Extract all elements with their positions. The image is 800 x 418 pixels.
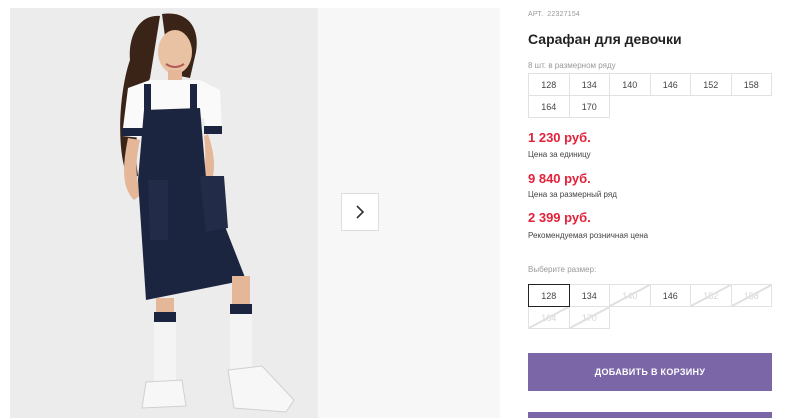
unavailable-strike-icon	[570, 307, 610, 328]
size-option-146[interactable]: 146	[649, 284, 691, 307]
size-option-label: 134	[581, 290, 597, 301]
size-option-158: 158	[730, 284, 772, 307]
size-option-170: 170	[568, 306, 610, 329]
product-gallery	[0, 0, 500, 418]
size-option-128[interactable]: 128	[528, 284, 570, 307]
size-row-cell: 128	[528, 73, 570, 96]
retail-price: 2 399 руб.	[528, 210, 591, 225]
size-row-grid: 128 134 140 146 152 158 164 170	[528, 73, 777, 118]
size-option-164: 164	[528, 306, 570, 329]
size-option-label: 128	[541, 290, 557, 301]
article-number: АРТ. 22327154	[528, 11, 580, 18]
article-label: АРТ.	[528, 11, 544, 18]
size-row-cell: 170	[568, 95, 610, 118]
size-row-cell: 158	[730, 73, 772, 96]
size-row-cell: 146	[649, 73, 691, 96]
add-to-cart-button[interactable]: ДОБАВИТЬ В КОРЗИНУ	[528, 353, 772, 391]
size-row-caption: 8 шт. в размерном ряду	[528, 61, 616, 70]
retail-price-label: Рекомендуемая розничная цена	[528, 231, 649, 240]
secondary-button[interactable]	[528, 412, 772, 418]
size-option-152: 152	[690, 284, 732, 307]
size-option-140: 140	[609, 284, 651, 307]
size-option-134[interactable]: 134	[568, 284, 610, 307]
unavailable-strike-icon	[529, 307, 569, 328]
size-row-cell: 152	[690, 73, 732, 96]
unit-price-label: Цена за единицу	[528, 150, 591, 159]
product-photo[interactable]	[10, 8, 318, 418]
product-title: Сарафан для девочки	[528, 31, 682, 47]
next-image-button[interactable]	[341, 193, 379, 231]
size-option-label: 146	[662, 290, 678, 301]
size-row-cell: 140	[609, 73, 651, 96]
row-price: 9 840 руб.	[528, 171, 591, 186]
article-value: 22327154	[547, 11, 581, 18]
row-price-label: Цена за размерный ряд	[528, 190, 617, 199]
girl-in-dress-illustration	[10, 8, 318, 418]
unavailable-strike-icon	[610, 285, 650, 306]
unavailable-strike-icon	[732, 285, 772, 306]
size-select-caption: Выберите размер:	[528, 265, 597, 274]
size-select-grid: 128134140146152158164170	[528, 284, 777, 329]
size-row-cell: 134	[568, 73, 610, 96]
chevron-right-icon	[356, 205, 365, 219]
size-row-cell: 164	[528, 95, 570, 118]
unavailable-strike-icon	[691, 285, 731, 306]
unit-price: 1 230 руб.	[528, 130, 591, 145]
